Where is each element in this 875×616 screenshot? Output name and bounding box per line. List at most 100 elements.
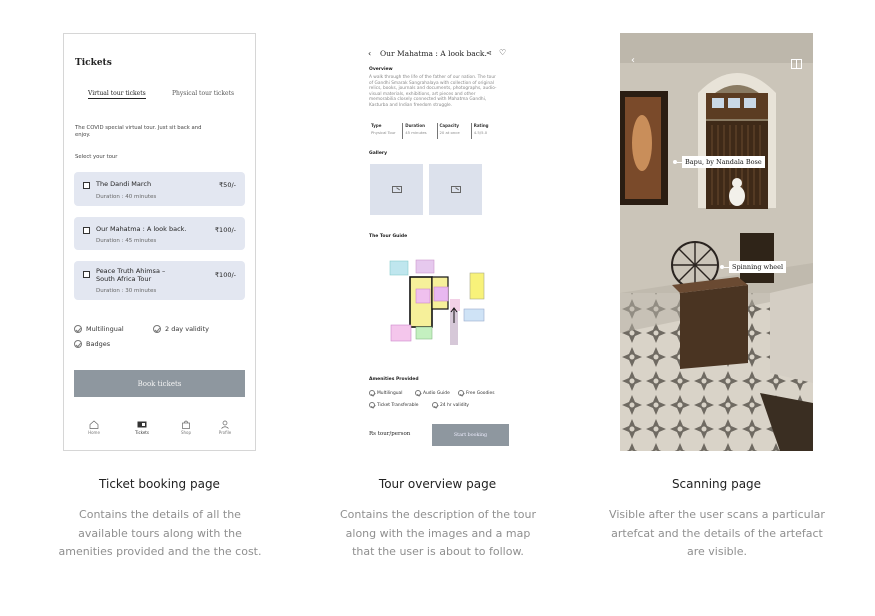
check-circle-icon [369,390,375,396]
tour-overview-screen: ‹ Our Mahatma : A look back. ⋖ ♡ Overvie… [341,33,534,451]
tour-price: ₹50/- [219,181,236,189]
tour-card-dandi-march[interactable]: The Dandi March ₹50/- Duration : 40 minu… [74,172,245,206]
heart-icon[interactable]: ♡ [499,48,506,57]
check-circle-icon [74,325,82,333]
amenity-multilingual: Multilingual [369,390,402,396]
intro-text: The COVID special virtual tour. Just sit… [75,125,202,138]
stat-key: Rating [473,123,489,128]
stat-value: 45 minutes [405,130,427,135]
stat-value: 20 at once [439,130,460,135]
select-tour-label: Select your tour [75,154,118,160]
image-icon [391,186,402,193]
amenity-multilingual: Multilingual [74,325,124,333]
amenity-free-goodies: Free Goodies [458,390,494,396]
check-circle-icon [458,390,464,396]
caption-line: Contains the details of all the [79,508,241,521]
profile-icon [221,420,229,429]
image-icon [450,186,461,193]
book-icon[interactable] [791,59,802,69]
amenity-label: Free Goodies [466,390,495,396]
gallery-heading: Gallery [369,151,388,156]
ticket-booking-screen: Tickets Virtual tour tickets Physical to… [63,33,256,451]
stat-value: Physical Tour [371,130,396,135]
caption-title-ticket-booking: Ticket booking page [99,477,220,491]
check-circle-icon [415,390,421,396]
nav-label: Shop [180,430,192,435]
tour-stats: Type Physical Tour Duration 45 minutes Cap… [369,123,505,139]
stat-capacity: Capacity 20 at once [438,123,472,139]
nav-home[interactable]: Home [79,420,109,435]
tour-name-line2: South Africa Tour [96,275,152,283]
caption-line: Visible after the user scans a particula… [609,508,825,521]
tour-duration: Duration : 30 minutes [96,288,157,294]
check-circle-icon [432,402,438,408]
artefact-tag-spinning-wheel[interactable]: Spinning wheel [729,261,787,273]
page-title: Tickets [75,58,112,68]
tour-checkbox[interactable] [83,227,90,234]
share-icon[interactable]: ⋖ [486,49,492,57]
tab-physical-tour[interactable]: Physical tour tickets [172,90,234,97]
amenity-label: 2 day validity [165,325,209,333]
caption-title-scanning: Scanning page [671,477,762,491]
amenity-validity: 2 day validity [153,325,209,333]
nav-tickets[interactable]: Tickets [127,420,157,435]
tour-name: The Dandi March [96,180,152,188]
page-title: Our Mahatma : A look back. [380,49,487,58]
bottom-nav: Home Tickets Shop Profile [64,420,255,446]
caption-line: are visible. [687,545,747,558]
stat-value: 4.5/5.0 [473,130,488,135]
caption-line: artefcat and the details of the artefact [611,526,823,540]
tab-virtual-tour[interactable]: Virtual tour tickets [88,90,146,99]
amenity-label: Ticket Transferable [377,402,419,408]
tour-duration: Duration : 45 minutes [96,238,157,244]
tour-name: Our Mahatma : A look back. [96,225,187,233]
overview-heading: Overview [369,67,393,72]
caption-title-tour-overview: Tour overview page [378,477,497,491]
start-booking-button[interactable]: Start booking [432,424,509,446]
amenity-label: Badges [86,340,111,348]
amenity-label: 24 hr validity [440,402,470,408]
caption-desc-ticket-booking: Contains the details of all the availabl… [35,506,285,562]
tour-duration: Duration : 40 minutes [96,194,157,200]
tour-checkbox[interactable] [83,271,90,278]
stat-key: Duration [405,123,425,128]
amenities-heading: Amenities Provided [369,377,419,382]
nav-profile[interactable]: Profile [210,420,240,435]
back-arrow-icon[interactable]: ‹ [631,55,635,66]
overview-text: A walk through the life of the father of… [369,75,497,108]
gallery-image-2[interactable] [429,164,482,215]
nav-label: Home [88,430,100,435]
caption-line: that the user is about to follow. [352,545,524,558]
tour-checkbox[interactable] [83,182,90,189]
book-tickets-button[interactable]: Book tickets [74,370,245,397]
artefact-tag-painting[interactable]: Bapu, by Nandala Bose [682,156,765,168]
check-circle-icon [74,340,82,348]
home-icon [89,420,99,429]
back-arrow-icon[interactable]: ‹ [368,49,371,58]
ticket-tabs: Virtual tour tickets Physical tour ticke… [88,90,248,102]
amenity-audio-guide: Audio Guide [415,390,450,396]
tour-map[interactable] [386,253,490,353]
tour-price: ₹100/- [214,271,236,279]
caption-desc-scanning: Visible after the user scans a particula… [592,506,842,562]
amenity-validity: 24 hr validity [432,402,469,408]
amenity-badges: Badges [74,340,110,348]
nav-shop[interactable]: Shop [171,420,201,435]
ticket-icon [137,421,147,428]
stat-rating: Rating 4.5/5.0 [472,123,505,139]
tour-card-peace-truth-ahimsa[interactable]: Peace Truth Ahimsa – South Africa Tour ₹… [74,261,245,300]
caption-line: Contains the description of the tour [339,508,537,521]
check-circle-icon [369,402,375,408]
tour-card-our-mahatma[interactable]: Our Mahatma : A look back. ₹100/- Durati… [74,217,245,250]
amenity-label: Multilingual [86,325,124,333]
scanned-room-photo [620,33,813,451]
price-per-person: Rs tour/person [369,431,411,437]
gallery-image-1[interactable] [370,164,423,215]
tour-guide-heading: The Tour Guide [369,234,408,239]
check-circle-icon [153,325,161,333]
caption-line: amenities provided and the the cost. [58,545,262,558]
shop-bag-icon [182,420,190,429]
stat-key: Type [371,123,382,128]
amenity-ticket-transferable: Ticket Transferable [369,402,418,408]
nav-label: Profile [218,430,232,435]
